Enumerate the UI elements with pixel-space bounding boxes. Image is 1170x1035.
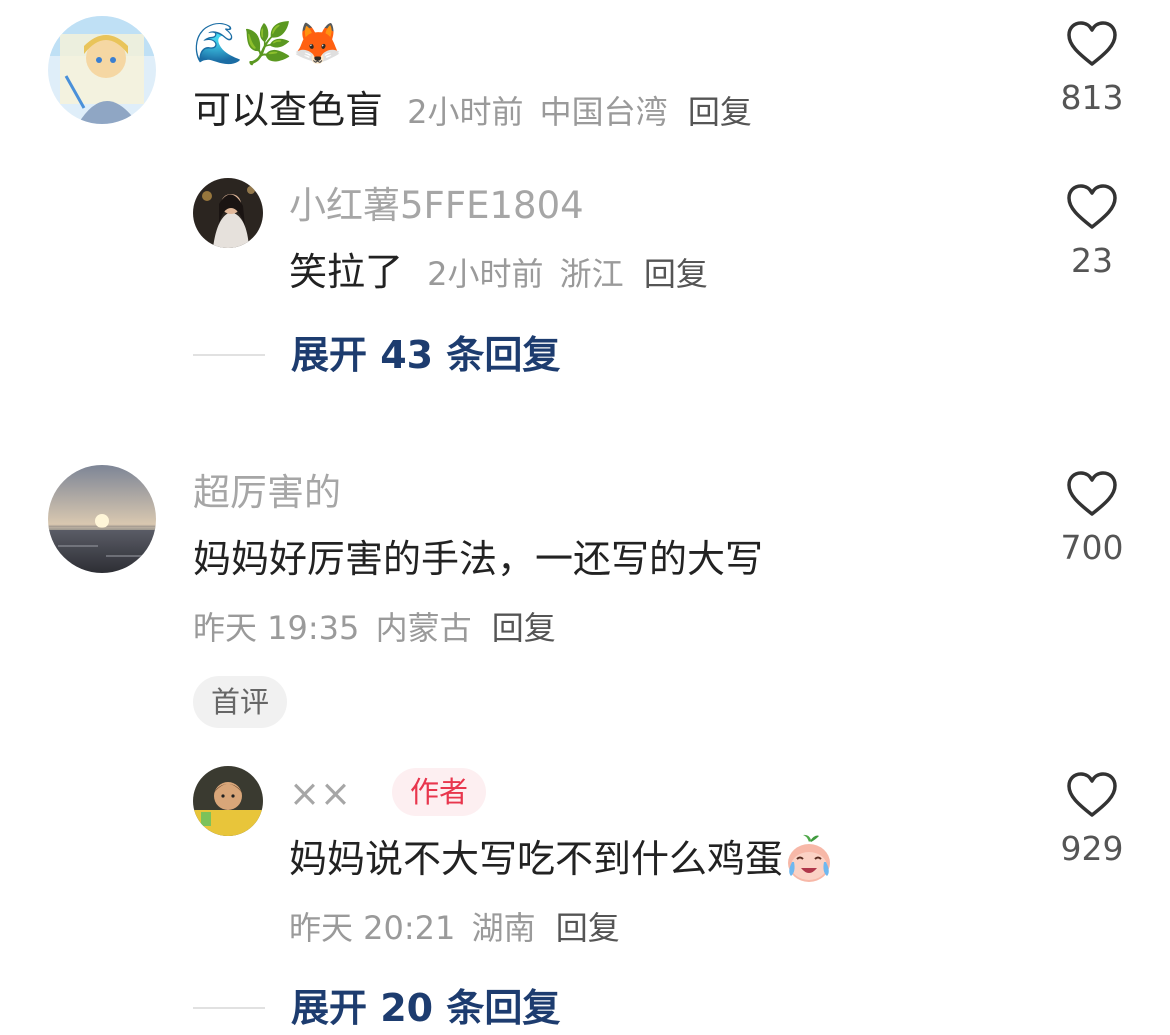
comment-meta: 昨天 19:35 内蒙古 回复 [193,606,556,650]
expand-replies-button[interactable]: 展开 43 条回复 [193,331,560,379]
reply-meta: 昨天 20:21 湖南 回复 [289,906,620,950]
like-count: 700 [1060,528,1124,567]
author-badge: 作者 [392,768,487,816]
cartoon-boy-avatar-icon [193,766,263,836]
like-button[interactable]: 23 [1037,183,1147,283]
like-button[interactable]: 700 [1037,470,1147,570]
avatar[interactable] [193,178,263,248]
heart-icon[interactable] [1066,20,1118,68]
username-emojis[interactable]: 🌊🌿🦊 [193,20,342,68]
reply-time: 昨天 20:21 [289,909,456,947]
comment-meta: 2小时前 中国台湾 回复 [407,93,752,131]
heart-icon[interactable] [1066,470,1118,518]
expand-replies-label[interactable]: 展开 20 条回复 [291,984,560,1032]
reply-location: 湖南 [471,909,536,947]
anime-character-avatar-icon [48,16,156,124]
comment-time: 昨天 19:35 [193,609,360,647]
avatar[interactable] [48,465,156,573]
sunset-sea-avatar-icon [48,465,156,573]
first-comment-tag: 首评 [193,676,288,728]
reply-body: 笑拉了 [289,250,404,294]
heart-icon[interactable] [1066,183,1118,231]
expand-replies-label[interactable]: 展开 43 条回复 [291,331,560,379]
avatar[interactable] [193,766,263,836]
divider [193,354,265,356]
reply-meta: 2小时前 浙江 回复 [427,255,708,293]
like-count: 813 [1060,78,1124,117]
reply-location: 浙江 [559,255,624,293]
comment-time: 2小时前 [407,93,524,131]
comment-text: 妈妈好厉害的手法，一还写的大写 [193,537,764,581]
username[interactable]: ×× [289,770,351,818]
expand-replies-button[interactable]: 展开 20 条回复 [193,984,560,1032]
reply-time: 2小时前 [427,255,544,293]
reply-button[interactable]: 回复 [556,909,620,947]
comment-location: 内蒙古 [375,609,472,647]
avatar[interactable] [48,16,156,124]
like-count: 23 [1071,241,1113,280]
comment-text: 可以查色盲 2小时前 中国台湾 回复 [193,86,752,134]
username[interactable]: 小红薯5FFE1804 [289,182,584,230]
reply-button[interactable]: 回复 [492,609,556,647]
reply-body: 妈妈说不大写吃不到什么鸡蛋 [289,837,784,881]
like-button[interactable]: 813 [1037,20,1147,120]
divider [193,1007,265,1009]
girl-photo-avatar-icon [193,178,263,248]
reply-text: 笑拉了 2小时前 浙江 回复 [289,248,708,296]
like-button[interactable]: 929 [1037,771,1147,871]
comment-location: 中国台湾 [539,93,668,131]
crying-peach-emoji-icon [783,832,835,884]
username[interactable]: 超厉害的 [193,469,341,517]
reply-text: 妈妈说不大写吃不到什么鸡蛋 [289,832,835,888]
heart-icon[interactable] [1066,771,1118,819]
like-count: 929 [1060,829,1124,868]
reply-button[interactable]: 回复 [644,255,708,293]
reply-button[interactable]: 回复 [688,93,752,131]
comment-body: 可以查色盲 [193,88,384,132]
